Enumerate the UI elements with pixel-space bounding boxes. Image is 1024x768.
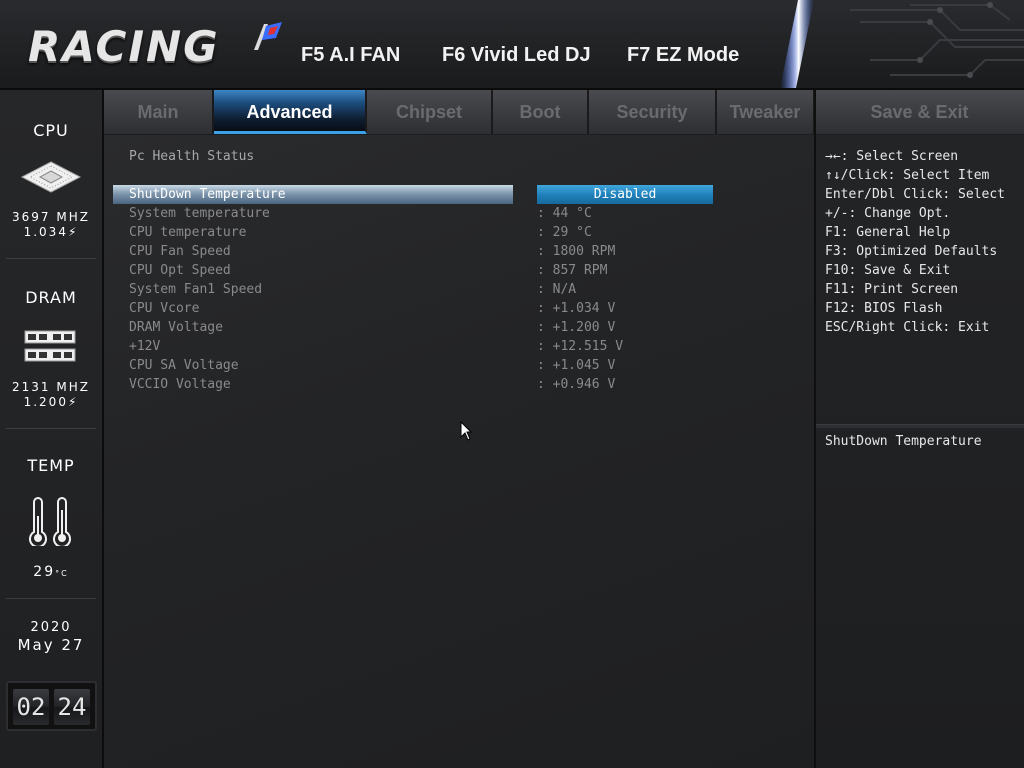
list-item-value: : +1.034 V	[537, 301, 616, 316]
header-bar: RACING F5 A.I FAN F6 Vivid Led DJ F7 EZ …	[0, 0, 1024, 90]
list-item-value: : +1.045 V	[537, 358, 616, 373]
shutdown-temperature-value[interactable]: Disabled	[537, 185, 713, 204]
status-sidebar: CPU 3697 MHZ 1.034⚡ DRAM 2131 MHZ 1.200⚡…	[0, 90, 104, 768]
list-item-label: DRAM Voltage	[129, 320, 223, 335]
help-key-line: ↑↓/Click: Select Item	[825, 168, 990, 183]
list-item-value: : 44 °C	[537, 206, 592, 221]
list-item-label: System temperature	[129, 206, 270, 221]
list-item-label: CPU Vcore	[129, 301, 200, 316]
help-divider	[816, 424, 1024, 428]
help-key-line: F10: Save & Exit	[825, 263, 951, 278]
dram-module-icon	[24, 330, 76, 362]
date-year: 2020	[30, 620, 72, 635]
list-item-label: CPU Opt Speed	[129, 263, 231, 278]
tab-chipset[interactable]: Chipset	[367, 90, 493, 134]
circuit-decoration	[780, 0, 1024, 88]
help-key-line: F12: BIOS Flash	[825, 301, 943, 316]
sidebar-divider	[6, 428, 96, 429]
cpu-chip-icon	[20, 161, 82, 193]
cpu-frequency: 3697 MHZ	[12, 210, 90, 224]
list-item-label: CPU Fan Speed	[129, 244, 231, 259]
clock-minutes: 24	[54, 689, 90, 725]
voltage-bolt-icon: ⚡	[67, 225, 79, 239]
dram-voltage: 1.200⚡	[23, 395, 79, 409]
help-key-line: ESC/Right Click: Exit	[825, 320, 990, 335]
list-item-value: : +1.200 V	[537, 320, 616, 335]
clock-display: 02 24	[6, 681, 97, 731]
vivid-led-dj-hotkey[interactable]: F6 Vivid Led DJ	[442, 44, 591, 67]
racing-logo: RACING	[28, 22, 288, 76]
help-key-line: F1: General Help	[825, 225, 951, 240]
dram-title: DRAM	[25, 288, 77, 307]
temp-title: TEMP	[27, 456, 75, 475]
mouse-cursor-icon	[460, 421, 472, 441]
list-item-value: : +12.515 V	[537, 339, 624, 354]
shutdown-temperature-label[interactable]: ShutDown Temperature	[129, 187, 286, 202]
ai-fan-hotkey[interactable]: F5 A.I FAN	[301, 44, 400, 67]
ez-mode-hotkey[interactable]: F7 EZ Mode	[627, 44, 739, 67]
list-item-value: : +0.946 V	[537, 377, 616, 392]
thermometer-icon	[29, 497, 71, 546]
list-item-label: VCCIO Voltage	[129, 377, 231, 392]
sidebar-divider	[6, 258, 96, 259]
dram-frequency: 2131 MHZ	[12, 380, 90, 394]
date-month-day: May 27	[17, 636, 85, 654]
tab-advanced[interactable]: Advanced	[214, 90, 367, 134]
tab-boot[interactable]: Boot	[493, 90, 589, 134]
help-key-line: F11: Print Screen	[825, 282, 959, 297]
voltage-bolt-icon: ⚡	[67, 395, 79, 409]
help-key-line: Enter/Dbl Click: Select	[825, 187, 1006, 202]
help-key-line: +/-: Change Opt.	[825, 206, 951, 221]
tab-bar: Main Advanced Chipset Boot Security Twea…	[104, 90, 1024, 134]
help-description: ShutDown Temperature	[825, 434, 982, 449]
tab-security[interactable]: Security	[589, 90, 717, 134]
help-key-line: F3: Optimized Defaults	[825, 244, 998, 259]
list-item-label: +12V	[129, 339, 161, 354]
list-item-value: : 29 °C	[537, 225, 592, 240]
temp-value: 29°C	[33, 564, 69, 580]
help-key-line: →←: Select Screen	[825, 149, 959, 164]
list-item-label: CPU temperature	[129, 225, 247, 240]
list-item-value: : N/A	[537, 282, 577, 297]
tab-tweaker[interactable]: Tweaker	[717, 90, 815, 134]
cpu-title: CPU	[33, 121, 69, 140]
logo-flag-icon	[254, 22, 282, 50]
list-item-value: : 1800 RPM	[537, 244, 616, 259]
sidebar-divider	[6, 598, 96, 599]
section-title: Pc Health Status	[129, 149, 255, 164]
list-item-label: System Fan1 Speed	[129, 282, 263, 297]
list-item-label: CPU SA Voltage	[129, 358, 239, 373]
tab-main[interactable]: Main	[104, 90, 214, 134]
clock-hours: 02	[13, 689, 49, 725]
cpu-voltage: 1.034⚡	[23, 225, 79, 239]
list-item-value: : 857 RPM	[537, 263, 608, 278]
tab-save-exit[interactable]: Save & Exit	[815, 90, 1024, 134]
celsius-unit: °C	[55, 569, 69, 578]
